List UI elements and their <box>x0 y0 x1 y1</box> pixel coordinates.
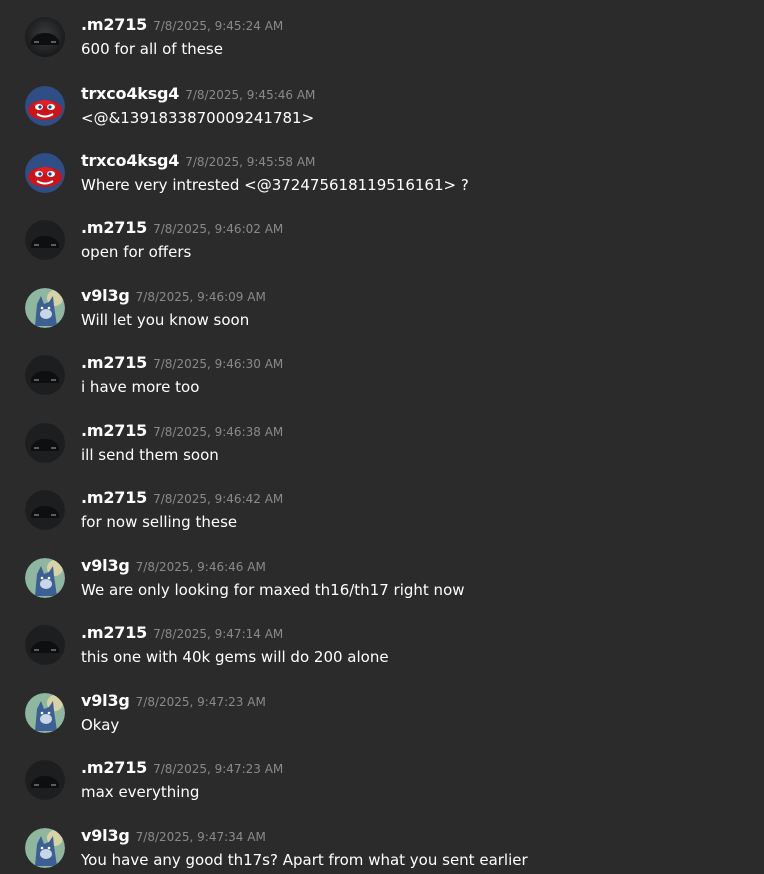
wolf-avatar-icon <box>25 558 65 598</box>
message-author[interactable]: v9l3g <box>81 691 130 710</box>
avatar[interactable] <box>25 558 65 598</box>
car-avatar-icon <box>25 220 65 260</box>
message-content: We are only looking for maxed th16/th17 … <box>81 581 465 599</box>
car-avatar-icon <box>25 760 65 800</box>
message-item: .m2715 7/8/2025, 9:46:38 AM ill send them… <box>0 421 764 487</box>
wolf-avatar-icon <box>25 693 65 733</box>
message-timestamp: 7/8/2025, 9:47:14 AM <box>153 627 284 641</box>
avatar[interactable] <box>25 625 65 665</box>
car-avatar-icon <box>25 423 65 463</box>
car-avatar-icon <box>25 355 65 395</box>
message-content: <@&1391833870009241781> <box>81 109 315 127</box>
car-avatar-icon <box>25 625 65 665</box>
message-author[interactable]: .m2715 <box>81 623 147 642</box>
message-author[interactable]: v9l3g <box>81 286 130 305</box>
avatar[interactable] <box>25 760 65 800</box>
wolf-avatar-icon <box>25 288 65 328</box>
message-content: Okay <box>81 716 120 734</box>
avatar[interactable] <box>25 220 65 260</box>
message-content: 600 for all of these <box>81 40 223 58</box>
message-author[interactable]: v9l3g <box>81 826 130 845</box>
message-timestamp: 7/8/2025, 9:46:38 AM <box>153 425 284 439</box>
avatar[interactable] <box>25 288 65 328</box>
message-item: .m2715 7/8/2025, 9:46:42 AM for now selli… <box>0 488 764 554</box>
message-item: v9l3g 7/8/2025, 9:47:34 AM You have any g… <box>0 826 764 874</box>
message-timestamp: 7/8/2025, 9:46:09 AM <box>135 290 266 304</box>
message-item: .m2715 7/8/2025, 9:46:02 AM open for offe… <box>0 218 764 284</box>
message-content: i have more too <box>81 378 200 396</box>
message-timestamp: 7/8/2025, 9:46:02 AM <box>153 222 284 236</box>
car-avatar-icon <box>25 17 65 57</box>
message-content: for now selling these <box>81 513 238 531</box>
message-timestamp: 7/8/2025, 9:46:46 AM <box>135 560 266 574</box>
message-author[interactable]: .m2715 <box>81 488 147 507</box>
message-author[interactable]: trxco4ksg4 <box>81 84 179 103</box>
message-timestamp: 7/8/2025, 9:47:23 AM <box>135 695 266 709</box>
message-author[interactable]: .m2715 <box>81 421 147 440</box>
message-content: Will let you know soon <box>81 311 250 329</box>
message-list: .m2715 7/8/2025, 9:45:24 AM 600 for all o… <box>0 0 764 874</box>
message-timestamp: 7/8/2025, 9:47:23 AM <box>153 762 284 776</box>
message-timestamp: 7/8/2025, 9:45:58 AM <box>185 155 316 169</box>
car-avatar-icon <box>25 490 65 530</box>
red-car-cartoon-icon <box>25 86 65 126</box>
message-item: v9l3g 7/8/2025, 9:46:09 AM Will let you k… <box>0 286 764 352</box>
avatar[interactable] <box>25 86 65 126</box>
message-timestamp: 7/8/2025, 9:45:46 AM <box>185 88 316 102</box>
message-item: v9l3g 7/8/2025, 9:47:23 AM Okay <box>0 691 764 757</box>
message-content: Where very intrested <@37247561811951616… <box>81 176 469 194</box>
message-item: v9l3g 7/8/2025, 9:46:46 AM We are only lo… <box>0 556 764 622</box>
avatar[interactable] <box>25 17 65 57</box>
message-item: trxco4ksg4 7/8/2025, 9:45:46 AM <@&139183… <box>0 84 764 150</box>
message-item: .m2715 7/8/2025, 9:47:14 AM this one with… <box>0 623 764 689</box>
message-content: max everything <box>81 783 200 801</box>
avatar[interactable] <box>25 490 65 530</box>
message-author[interactable]: .m2715 <box>81 353 147 372</box>
message-author[interactable]: .m2715 <box>81 758 147 777</box>
message-author[interactable]: v9l3g <box>81 556 130 575</box>
avatar[interactable] <box>25 355 65 395</box>
avatar[interactable] <box>25 423 65 463</box>
wolf-avatar-icon <box>25 828 65 868</box>
message-item: .m2715 7/8/2025, 9:46:30 AM i have more t… <box>0 353 764 419</box>
message-content: open for offers <box>81 243 192 261</box>
message-timestamp: 7/8/2025, 9:46:42 AM <box>153 492 284 506</box>
message-item: .m2715 7/8/2025, 9:47:23 AM max everythin… <box>0 758 764 824</box>
message-author[interactable]: .m2715 <box>81 15 147 34</box>
avatar[interactable] <box>25 693 65 733</box>
message-timestamp: 7/8/2025, 9:46:30 AM <box>153 357 284 371</box>
message-content: You have any good th17s? Apart from what… <box>81 851 528 869</box>
message-item: .m2715 7/8/2025, 9:45:24 AM 600 for all o… <box>0 15 764 81</box>
message-timestamp: 7/8/2025, 9:45:24 AM <box>153 19 284 33</box>
message-content: this one with 40k gems will do 200 alone <box>81 648 389 666</box>
red-car-cartoon-icon <box>25 153 65 193</box>
message-author[interactable]: trxco4ksg4 <box>81 151 179 170</box>
message-timestamp: 7/8/2025, 9:47:34 AM <box>135 830 266 844</box>
avatar[interactable] <box>25 153 65 193</box>
message-content: ill send them soon <box>81 446 219 464</box>
message-author[interactable]: .m2715 <box>81 218 147 237</box>
message-item: trxco4ksg4 7/8/2025, 9:45:58 AM Where ver… <box>0 151 764 217</box>
avatar[interactable] <box>25 828 65 868</box>
